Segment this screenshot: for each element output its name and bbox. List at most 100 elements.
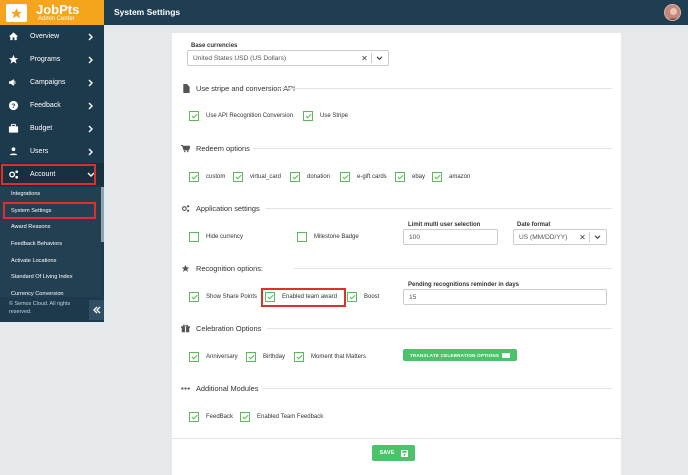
redeem-donation-checkbox[interactable] [290,172,300,182]
sidebar-item-label: Overview [30,33,60,40]
base-currencies-select[interactable]: United States USD (US Dollars) ✕ [187,50,389,66]
date-format-value: US (MM/DD/YY) [519,233,568,241]
briefcase-icon [8,123,19,134]
page-title: System Settings [114,7,181,17]
avatar[interactable] [664,4,681,21]
dashboard-icon [8,31,19,42]
recognition-section-title: Recognition options: [196,263,263,273]
sidebar-item-users[interactable]: Users [0,140,104,163]
submenu-item-activate-locations[interactable]: Activate Locations [11,258,56,264]
sidebar-item-programs[interactable]: Programs [0,48,104,71]
logo[interactable]: JobPts Admin Center [0,0,104,25]
redeem-section-header: Redeem options [181,143,250,153]
sidebar-item-campaigns[interactable]: Campaigns [0,71,104,94]
team-award-highlight [261,288,346,307]
limit-selection-input[interactable]: 100 [403,229,498,245]
anniversary-checkbox[interactable] [189,352,199,362]
keyboard-icon [502,352,511,358]
redeem-virtual-card-label: virtual_card [250,174,282,180]
redeem-ebay-checkbox[interactable] [395,172,405,182]
chevron-right-icon [87,79,95,87]
date-format-select[interactable]: US (MM/DD/YY) ✕ [513,229,607,245]
app-name: JobPts [36,2,80,17]
api-recognition-label: Use API Recognition Conversion [206,113,294,119]
celebration-section-header: Celebration Options [181,323,261,333]
anniversary-label: Anniversary [206,354,238,360]
sidebar-item-overview[interactable]: Overview [0,25,104,48]
double-chevron-left-icon [92,306,100,314]
hide-currency-checkbox[interactable] [189,232,199,242]
clear-icon[interactable]: ✕ [578,233,587,242]
floppy-disk-icon [400,449,408,457]
api-recognition-checkbox[interactable] [189,111,199,121]
submenu-item-feedback-behaviors[interactable]: Feedback Behaviors [11,241,62,247]
sidebar-item-budget[interactable]: Budget [0,117,104,140]
divider [277,88,612,89]
feedback-module-label: FeedBack [206,414,234,420]
submenu-scrollbar[interactable] [101,187,104,297]
reminder-days-input[interactable]: 15 [403,289,607,305]
use-stripe-label: Use Stripe [320,113,349,119]
chevron-down-icon[interactable] [374,55,385,61]
birthday-label: Birthday [263,354,286,360]
boost-label: Boost [364,294,380,300]
milestone-badge-label: Milestone Badge [314,234,359,240]
birthday-checkbox[interactable] [246,352,256,362]
boost-checkbox[interactable] [347,292,357,302]
save-button[interactable]: SAVE [372,445,415,461]
translate-celebration-button[interactable]: TRANSLATE CELEBRATION OPTIONS [403,349,517,361]
chevron-right-icon [87,56,95,64]
system-settings-highlight [3,202,96,219]
gears-icon [181,204,190,213]
team-feedback-checkbox[interactable] [240,412,250,422]
reminder-days-label: Pending recognitions reminder in days [408,282,520,288]
team-feedback-label: Enabled Team Feedback [257,414,324,420]
clear-icon[interactable]: ✕ [360,54,369,63]
select-separator [589,232,590,242]
question-circle-icon: ? [8,100,19,111]
show-share-points-label: Show Share Points [206,294,258,300]
divider [253,148,612,149]
base-currencies-value: United States USD (US Dollars) [193,54,287,62]
redeem-egift-checkbox[interactable] [340,172,350,182]
star-icon [181,264,190,273]
sidebar-item-label: Feedback [30,102,61,109]
submenu-item-award-reasons[interactable]: Award Reasons [11,224,50,230]
divider [265,208,612,209]
application-section-header: Application settings [181,203,260,213]
feedback-module-checkbox[interactable] [189,412,199,422]
svg-text:?: ? [12,103,16,110]
base-currencies-label: Base currencies [191,43,238,49]
divider [267,328,612,329]
gift-icon [181,324,190,333]
copyright-text: © Semos Cloud. All rights reserved. [9,301,71,315]
top-header [104,0,688,25]
sidebar-item-feedback[interactable]: ? Feedback [0,94,104,117]
collapse-sidebar-button[interactable] [89,300,104,320]
submenu-item-standard-of-living-index[interactable]: Standard Of Living Index [11,274,73,280]
redeem-amazon-checkbox[interactable] [432,172,442,182]
date-format-label: Date format [517,222,551,228]
chevron-right-icon [87,125,95,133]
show-share-points-checkbox[interactable] [189,292,199,302]
recognition-section-header: Recognition options: [181,263,263,273]
scrollbar-thumb[interactable] [101,187,104,242]
moment-that-matters-checkbox[interactable] [294,352,304,362]
sidebar-item-label: Users [30,148,49,155]
redeem-ebay-label: ebay [412,174,426,180]
submenu-item-integrations[interactable]: Integrations [11,191,40,197]
hide-currency-label: Hide currency [206,234,244,240]
users-icon [8,146,19,157]
use-stripe-checkbox[interactable] [303,111,313,121]
redeem-amazon-label: amazon [449,174,471,180]
sidebar-item-label: Budget [30,125,53,132]
application-section-title: Application settings [196,203,260,213]
chevron-right-icon [87,102,95,110]
bullhorn-icon [8,77,19,88]
app-subtitle: Admin Center [38,16,75,22]
additional-section-header: Additional Modules [181,383,258,393]
redeem-custom-checkbox[interactable] [189,172,199,182]
redeem-virtual-card-checkbox[interactable] [233,172,243,182]
milestone-badge-checkbox[interactable] [297,232,307,242]
chevron-down-icon[interactable] [592,234,603,240]
